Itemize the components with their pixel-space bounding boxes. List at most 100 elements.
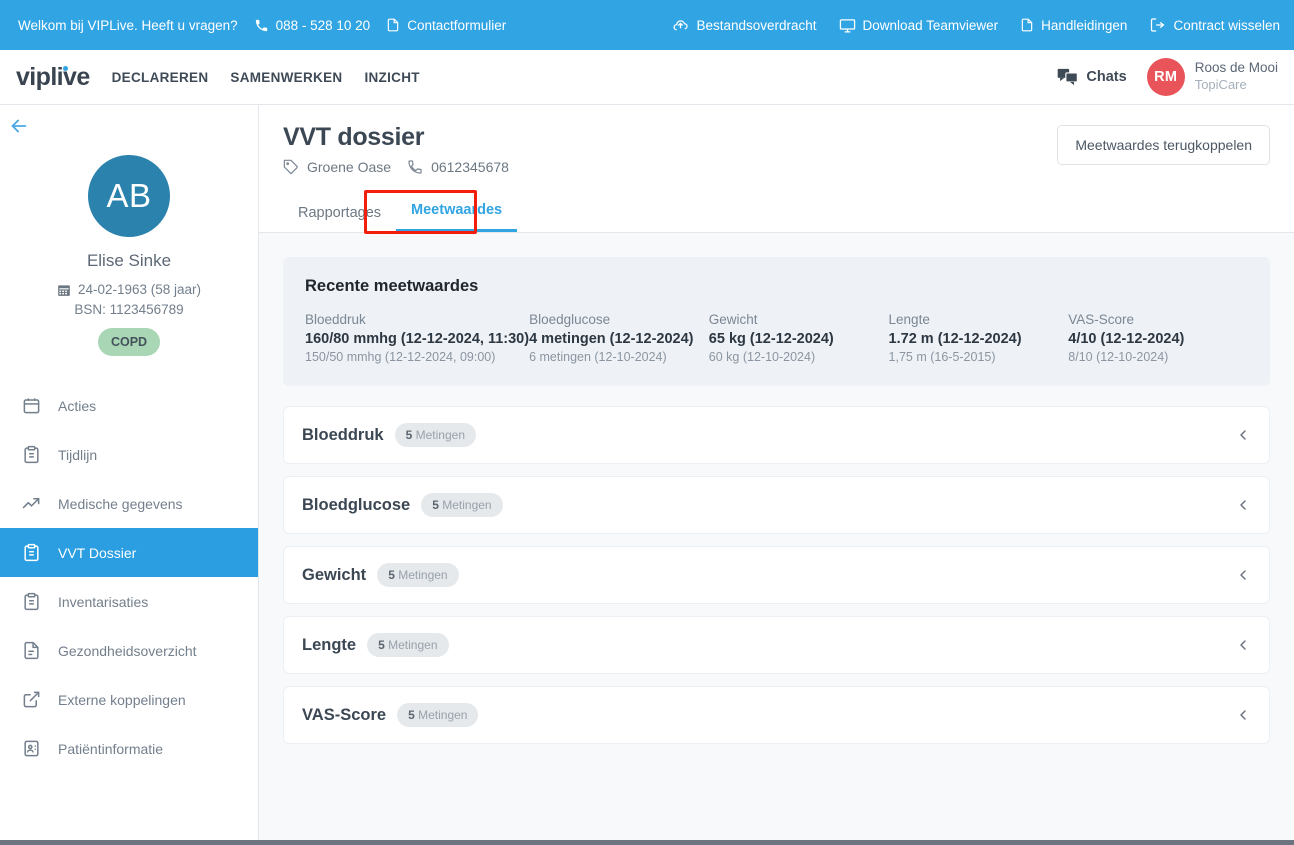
phone-icon [254, 18, 269, 33]
utility-bar-left: Welkom bij VIPLive. Heeft u vragen? 088 … [14, 17, 506, 33]
sidebar-item-label: Inventarisaties [58, 593, 149, 610]
sidebar-item-patientinformatie[interactable]: Patiëntinformatie [0, 724, 258, 773]
accordion-title: Lengte [302, 635, 357, 654]
sidebar-item-inventarisaties[interactable]: Inventarisaties [0, 577, 258, 626]
user-avatar: RM [1146, 58, 1185, 96]
download-teamviewer-link[interactable]: Download Teamviewer [839, 17, 999, 34]
accordion-count-label: Metingen [442, 498, 492, 512]
user-menu[interactable]: RM Roos de Mooi TopiCare [1146, 58, 1278, 96]
external-link-icon [22, 690, 41, 709]
accordion-title: Bloeddruk [302, 425, 384, 444]
content-header: VVT dossier Groene Oase 0612345678 Meetw… [259, 105, 1294, 234]
measurement-primary-value: 160/80 mmhg (12-12-2024, 11:30) [305, 331, 530, 347]
sidebar-item-label: Medische gegevens [58, 495, 183, 512]
phone-link[interactable]: 088 - 528 10 20 [254, 18, 370, 33]
accordion-count: 5 [388, 568, 395, 582]
accordion-count-badge: 5 Metingen [397, 703, 479, 727]
nav-link-declareren[interactable]: DECLAREREN [112, 70, 209, 85]
accordion-count: 5 [432, 498, 439, 512]
nav-links: DECLAREREN SAMENWERKEN INZICHT [112, 70, 420, 85]
accordion-count-badge: 5 Metingen [367, 633, 449, 657]
patient-phone: 0612345678 [407, 159, 509, 175]
contract-wisselen-link[interactable]: Contract wisselen [1149, 17, 1280, 33]
sidebar-item-label: VVT Dossier [58, 544, 137, 561]
bestandsoverdracht-link[interactable]: Bestandsoverdracht [672, 17, 817, 34]
handleidingen-link[interactable]: Handleidingen [1020, 17, 1127, 33]
measurement-label: Gewicht [708, 312, 758, 327]
clipboard-check-icon [22, 543, 41, 562]
accordion-row-vas-score[interactable]: VAS-Score 5 Metingen [283, 686, 1270, 744]
contact-form-label: Contactformulier [407, 17, 507, 33]
measurement-primary-value: 65 kg (12-12-2024) [708, 331, 834, 347]
chevron-left-icon[interactable] [1235, 497, 1251, 513]
chevron-left-icon[interactable] [1235, 427, 1251, 443]
accordion-row-bloedglucose[interactable]: Bloedglucose 5 Metingen [283, 476, 1270, 534]
measurement-secondary-value: 8/10 (12-10-2024) [1068, 350, 1169, 364]
scrollbar-thumb[interactable] [0, 840, 1294, 845]
accordion-count-label: Metingen [415, 428, 465, 442]
calendar-icon [22, 396, 41, 415]
bestandsoverdracht-label: Bestandsoverdracht [696, 17, 817, 33]
sidebar-item-vvt-dossier[interactable]: VVT Dossier [0, 528, 258, 577]
measurement-secondary-value: 150/50 mmhg (12-12-2024, 09:00) [305, 350, 496, 364]
sidebar-item-externe-koppelingen[interactable]: Externe koppelingen [0, 675, 258, 724]
meetwaardes-terugkoppelen-button[interactable]: Meetwaardes terugkoppelen [1057, 125, 1270, 165]
contact-form-link[interactable]: Contactformulier [386, 17, 506, 33]
accordion-count: 5 [405, 428, 413, 442]
measurement-summary-bloeddruk: Bloeddruk 160/80 mmhg (12-12-2024, 11:30… [305, 312, 529, 364]
patient-phone-number: 0612345678 [431, 159, 509, 175]
user-name: Roos de Mooi [1194, 60, 1278, 76]
viplive-logo[interactable]: viplive [16, 64, 90, 90]
tab-rapportages[interactable]: Rapportages [283, 196, 396, 232]
nav-link-samenwerken[interactable]: SAMENWERKEN [230, 70, 342, 85]
utility-bar-right: Bestandsoverdracht Download Teamviewer H… [672, 17, 1280, 34]
tab-meetwaardes[interactable]: Meetwaardes [396, 193, 518, 232]
recent-measurements-card: Recente meetwaardes Bloeddruk 160/80 mmh… [283, 257, 1270, 386]
download-teamviewer-label: Download Teamviewer [862, 17, 999, 33]
nav-link-inzicht[interactable]: INZICHT [364, 70, 419, 85]
measurement-accordion-list: Bloeddruk 5 Metingen Bloedglucose 5 Meti… [283, 406, 1270, 744]
measurement-label: VAS-Score [1068, 312, 1135, 327]
tab-bar: Rapportages Meetwaardes [283, 190, 1270, 234]
chevron-left-icon[interactable] [1235, 567, 1251, 583]
accordion-count-badge: 5 Metingen [377, 563, 459, 587]
accordion-row-lengte[interactable]: Lengte 5 Metingen [283, 616, 1270, 674]
document-icon [1020, 17, 1034, 33]
chevron-left-icon[interactable] [1235, 637, 1251, 653]
measurement-label: Bloedglucose [529, 312, 611, 327]
application-window: Welkom bij VIPLive. Heeft u vragen? 088 … [0, 0, 1294, 845]
measurement-summary-vas-score: VAS-Score 4/10 (12-12-2024) 8/10 (12-10-… [1068, 312, 1248, 364]
user-organization: TopiCare [1194, 77, 1247, 93]
document-icon [386, 17, 400, 33]
clipboard-list-icon [22, 592, 41, 611]
sidebar-item-label: Acties [58, 397, 97, 414]
utility-bar: Welkom bij VIPLive. Heeft u vragen? 088 … [0, 0, 1294, 50]
measurement-label: Bloeddruk [305, 312, 366, 327]
welcome-text: Welkom bij VIPLive. Heeft u vragen? [18, 17, 238, 33]
document-lines-icon [22, 641, 41, 660]
chat-bubbles-icon [1057, 68, 1079, 86]
horizontal-scrollbar[interactable] [0, 840, 1294, 845]
accordion-row-gewicht[interactable]: Gewicht 5 Metingen [283, 546, 1270, 604]
accordion-count-label: Metingen [388, 638, 438, 652]
measurement-primary-value: 1.72 m (12-12-2024) [888, 331, 1022, 347]
accordion-row-bloeddruk[interactable]: Bloeddruk 5 Metingen [283, 406, 1270, 464]
accordion-title: VAS-Score [302, 705, 387, 724]
patient-avatar: AB [88, 155, 170, 237]
chats-button[interactable]: Chats [1057, 68, 1127, 86]
patient-dob: 24-02-1963 (58 jaar) [0, 282, 258, 297]
sidebar-item-tijdlijn[interactable]: Tijdlijn [0, 430, 258, 479]
sidebar-item-label: Gezondheidsoverzicht [58, 642, 197, 659]
accordion-count: 5 [378, 638, 385, 652]
measurement-secondary-value: 6 metingen (12-10-2024) [529, 350, 667, 364]
sidebar-item-medische-gegevens[interactable]: Medische gegevens [0, 479, 258, 528]
patient-condition-badge: COPD [97, 328, 161, 356]
recent-measurements-grid: Bloeddruk 160/80 mmhg (12-12-2024, 11:30… [305, 312, 1248, 364]
sidebar-item-acties[interactable]: Acties [0, 381, 258, 430]
chevron-left-icon[interactable] [1235, 707, 1251, 723]
back-button[interactable] [8, 115, 30, 142]
organization-name: Groene Oase [307, 159, 392, 175]
sidebar-item-gezondheidsoverzicht[interactable]: Gezondheidsoverzicht [0, 626, 258, 675]
sidebar-nav-list: Acties Tijdlijn Medische gegevens VVT Do… [0, 381, 258, 773]
clipboard-list-icon [22, 445, 41, 464]
